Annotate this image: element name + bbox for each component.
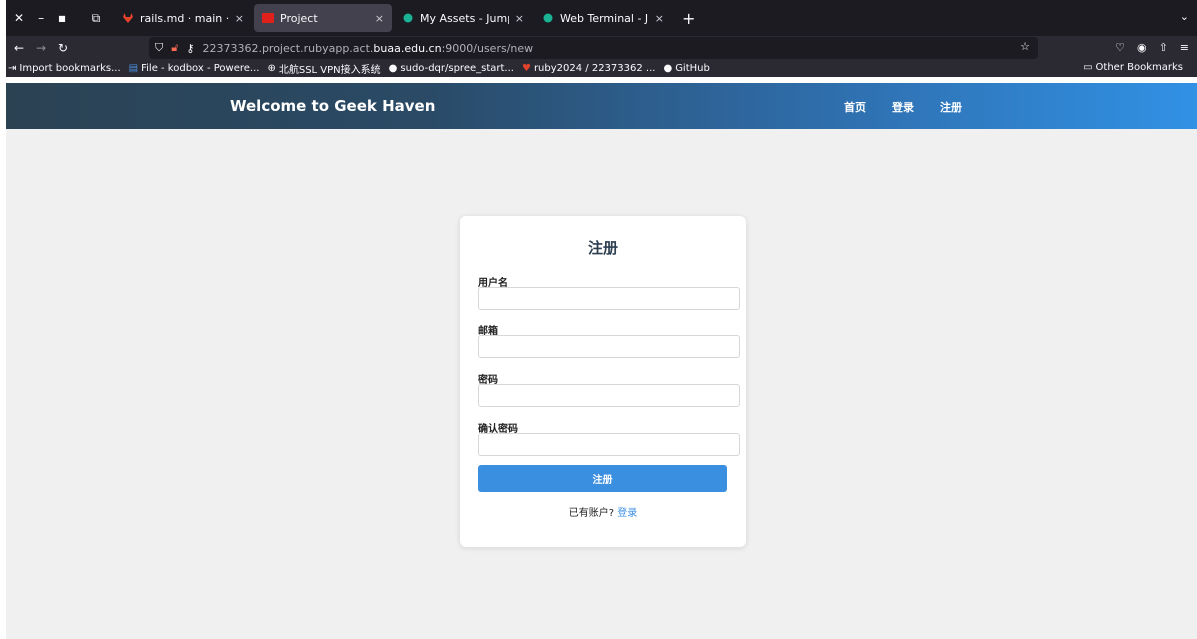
tab-close-icon[interactable]: × [375,12,384,25]
forward-icon[interactable]: → [32,41,50,55]
github-icon: ● [388,63,398,74]
jumpserver-icon [402,12,414,24]
site-brand[interactable]: Welcome to Geek Haven [230,97,435,115]
back-icon[interactable]: ← [10,41,28,55]
folder-icon: ▭ [1083,62,1093,73]
window-controls: ✕ – ■ ⧉ [6,11,114,26]
site-nav: 首页 登录 注册 [844,99,962,115]
confirm-password-input[interactable] [478,433,740,456]
site-header: Welcome to Geek Haven 首页 登录 注册 [6,83,1197,129]
nav-home-link[interactable]: 首页 [844,99,866,115]
other-bookmarks[interactable]: ▭ Other Bookmarks [1083,62,1183,73]
email-input[interactable] [478,335,740,358]
key-icon[interactable]: ⚷ [186,42,194,55]
globe-icon: ⊕ [267,63,276,74]
browser-chrome: ✕ – ■ ⧉ rails.md · main · ruby202 × Proj… [6,0,1197,77]
kodbox-icon: ▤ [128,63,139,74]
menu-icon[interactable]: ≡ [1180,41,1189,54]
bookmark-star-icon[interactable]: ☆ [1020,40,1030,53]
navigation-toolbar: ← → ↻ ⛉ 🔓︎ ⚷ 22373362.project.rubyapp.ac… [6,36,1197,60]
bookmark-item[interactable]: ● GitHub [663,63,709,74]
have-account-text: 已有账户? [568,508,615,519]
tab-overview-icon[interactable]: ⧉ [92,11,101,26]
url-text: 22373362.project.rubyapp.act.buaa.edu.cn… [202,41,534,55]
project-favicon-icon [262,12,274,24]
tab-close-icon[interactable]: × [235,12,244,25]
tab-close-icon[interactable]: × [655,12,664,25]
extensions-icon[interactable]: ⇧ [1159,41,1168,54]
username-input[interactable] [478,287,740,310]
tab-close-icon[interactable]: × [515,12,524,25]
nav-register-link[interactable]: 注册 [940,99,962,115]
page-content: Welcome to Geek Haven 首页 登录 注册 注册 用户名 邮箱… [6,83,1197,639]
form-title: 注册 [587,239,618,257]
url-bar[interactable]: ⛉ 🔓︎ ⚷ 22373362.project.rubyapp.act.buaa… [149,37,1038,59]
pocket-icon[interactable]: ♡ [1115,41,1125,54]
insecure-lock-icon[interactable]: 🔓︎ [171,41,178,55]
bookmark-item[interactable]: ▤ File - kodbox - Powere... [129,63,260,74]
bookmark-item[interactable]: ♥ ruby2024 / 22373362 ... [522,63,655,74]
new-tab-button[interactable]: + [682,9,695,28]
password-input[interactable] [478,384,740,407]
gitlab-icon [122,12,134,24]
bookmark-item[interactable]: ⇥ Import bookmarks... [8,63,121,74]
register-submit-button[interactable]: 注册 [478,465,727,492]
tab-web-terminal[interactable]: Web Terminal - JumpSer × [534,4,672,32]
login-prompt: 已有账户? 登录 [460,504,746,519]
import-icon: ⇥ [8,63,17,74]
account-icon[interactable]: ◉ [1137,41,1147,54]
maximize-window-icon[interactable]: ■ [58,14,66,23]
tab-project[interactable]: Project × [254,4,392,32]
bookmark-item[interactable]: ⊕ 北航SSL VPN接入系统 [267,61,380,76]
reload-icon[interactable]: ↻ [54,41,72,55]
tab-bar: ✕ – ■ ⧉ rails.md · main · ruby202 × Proj… [6,0,1197,36]
shield-icon[interactable]: ⛉ [155,41,163,55]
tab-rails-md[interactable]: rails.md · main · ruby202 × [114,4,252,32]
bookmarks-toolbar: ⇥ Import bookmarks... ▤ File - kodbox - … [6,60,1197,77]
jumpserver-icon [542,12,554,24]
nav-login-link[interactable]: 登录 [892,99,914,115]
gitlab-icon: ♥ [521,63,531,74]
login-link[interactable]: 登录 [617,508,637,519]
chevron-down-icon[interactable]: ⌄ [1180,10,1189,23]
minimize-window-icon[interactable]: – [38,11,44,25]
register-card: 注册 用户名 邮箱 密码 确认密码 注册 已有账户? 登录 [460,216,746,547]
github-icon: ● [663,63,673,74]
toolbar-right: ♡ ◉ ⇧ ≡ [1115,41,1189,54]
close-window-icon[interactable]: ✕ [14,11,24,25]
tab-my-assets[interactable]: My Assets - JumpServer × [394,4,532,32]
bookmark-item[interactable]: ● sudo-dqr/spree_start... [389,63,514,74]
